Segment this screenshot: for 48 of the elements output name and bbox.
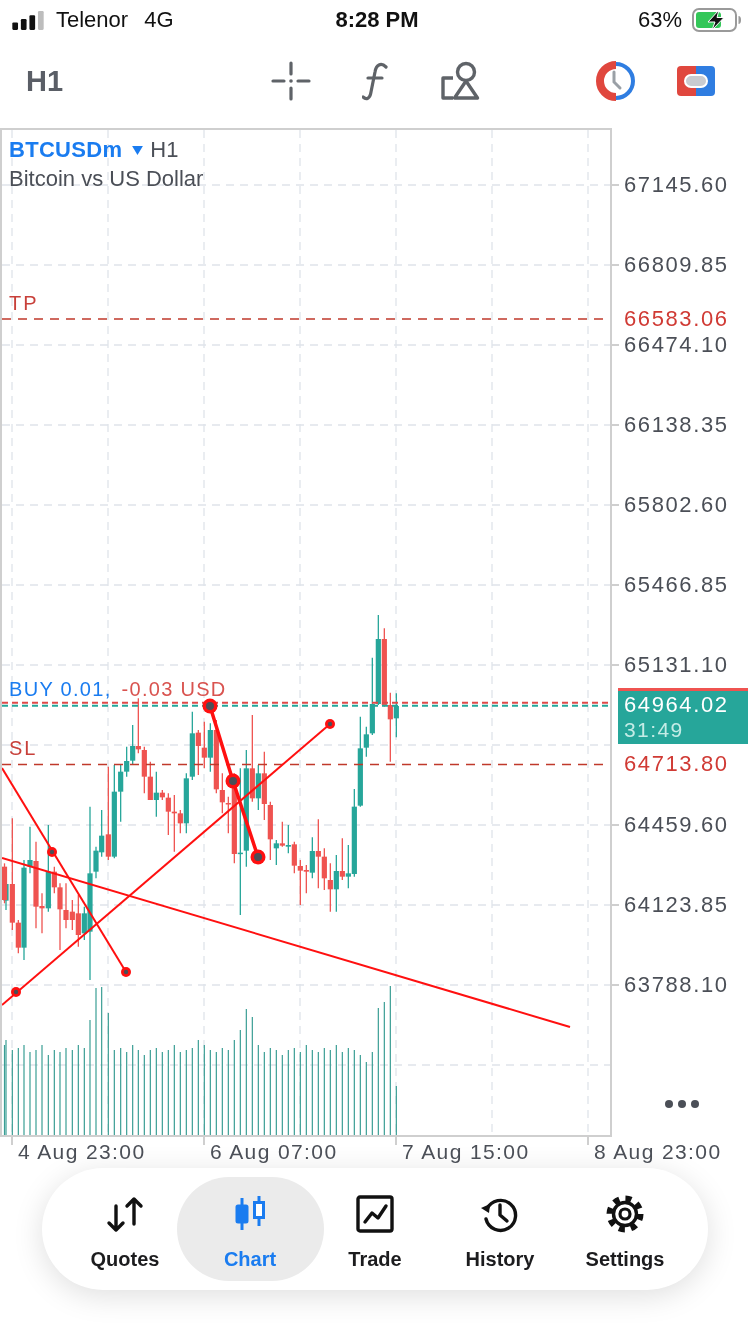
- time-label: 4 Aug 23:00: [18, 1139, 146, 1165]
- symbol-name[interactable]: BTCUSDm: [9, 136, 123, 164]
- trend-line[interactable]: [2, 719, 335, 1006]
- countdown-timer: 31:49: [624, 717, 685, 742]
- price-label: 64459.60: [624, 811, 729, 839]
- crosshair-icon[interactable]: [271, 61, 312, 101]
- price-label: 66474.10: [624, 331, 729, 359]
- level-price-label: 64713.80: [624, 750, 729, 779]
- nav-tab[interactable]: History: [448, 1177, 552, 1281]
- price-label: 66809.85: [624, 251, 729, 279]
- nav-tab[interactable]: Settings: [573, 1177, 677, 1281]
- shapes-icon[interactable]: [440, 61, 481, 101]
- level-price-label: 66583.06: [624, 305, 729, 334]
- time-label: 8 Aug 23:00: [594, 1139, 722, 1165]
- nav-tab[interactable]: Trade: [323, 1177, 427, 1281]
- carrier-name: Telenor: [56, 7, 129, 33]
- line-chart-icon: [355, 1193, 395, 1234]
- price-label: 66138.35: [624, 411, 729, 439]
- price-label: 65131.10: [624, 651, 729, 679]
- price-label: 65466.85: [624, 571, 729, 599]
- caret-icon[interactable]: [132, 145, 144, 155]
- current-price: 64964.02: [624, 690, 730, 718]
- trend-line[interactable]: [2, 857, 571, 1028]
- level-label: SL: [9, 736, 38, 761]
- price-label: 65802.60: [624, 491, 729, 519]
- zigzag-line[interactable]: [202, 698, 266, 865]
- function-icon[interactable]: [362, 61, 389, 101]
- clock-time: 8:28 PM: [335, 7, 419, 33]
- position-label: BUY 0.01,: [9, 676, 112, 701]
- price-label: 64123.85: [624, 891, 729, 919]
- symbol-description: Bitcoin vs US Dollar: [9, 165, 204, 193]
- chart-plot-area[interactable]: BTCUSDm H1 Bitcoin vs US Dollar TP BUY 0.01, -0.03 USD SL: [0, 128, 612, 1137]
- nav-tab[interactable]: Quotes: [73, 1177, 177, 1281]
- timeframe-label: H1: [150, 136, 179, 164]
- level-label: TP: [9, 291, 39, 316]
- more-icon[interactable]: [664, 1099, 700, 1109]
- position-profit: -0.03 USD: [121, 676, 227, 701]
- timeframe-button[interactable]: H1: [26, 64, 64, 98]
- price-label: 63788.10: [624, 971, 729, 999]
- time-label: 6 Aug 07:00: [210, 1139, 338, 1165]
- signal-icon: [12, 10, 44, 30]
- gear-icon: [605, 1193, 645, 1234]
- battery-percent: 63%: [637, 7, 682, 33]
- trend-line[interactable]: [2, 767, 131, 977]
- time-label: 7 Aug 15:00: [402, 1139, 530, 1165]
- network-type: 4G: [144, 7, 174, 33]
- toggle-icon[interactable]: [675, 64, 718, 98]
- price-label: 67145.60: [624, 171, 729, 199]
